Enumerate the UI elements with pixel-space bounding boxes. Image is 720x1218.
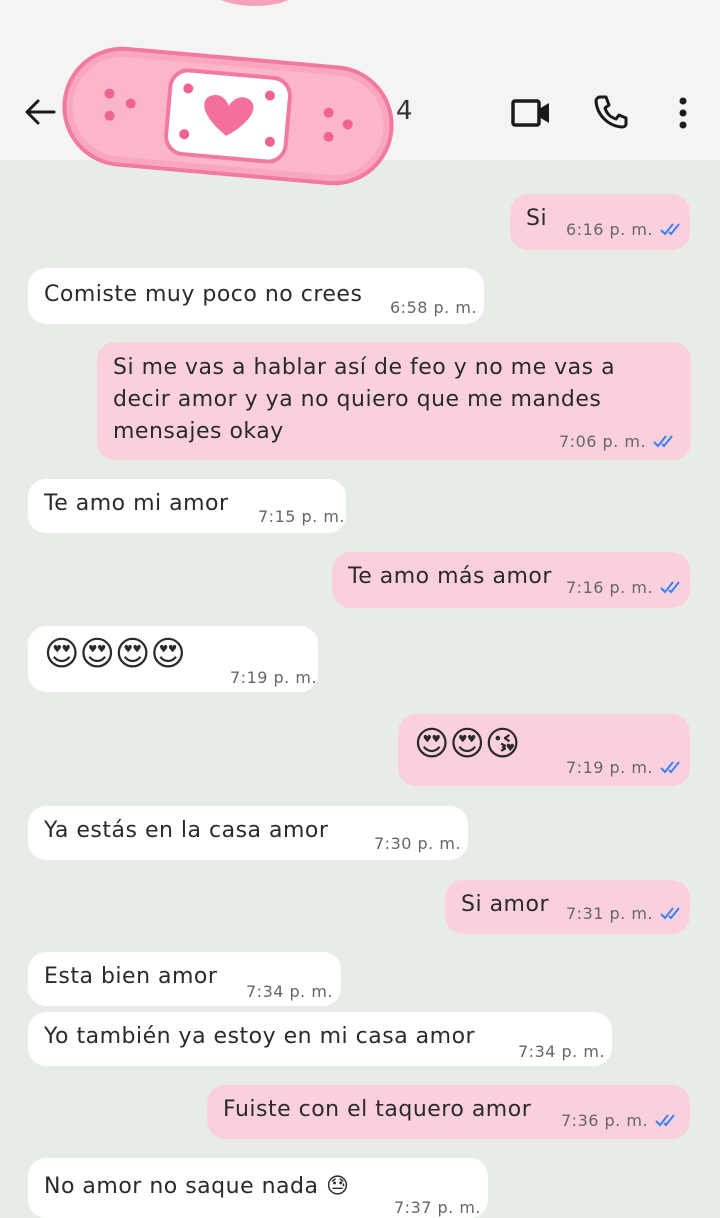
back-arrow-icon[interactable] (22, 94, 58, 130)
message-text: Te amo mi amor (44, 491, 229, 516)
message-time: 7:15 p. m. (258, 507, 346, 526)
message-text: Ya estás en la casa amor (44, 818, 329, 843)
double-check-icon (660, 907, 680, 920)
incoming-message[interactable]: Te amo mi amor 7:15 p. m. (28, 479, 346, 533)
message-text: Fuiste con el taquero amor (223, 1097, 532, 1122)
message-time: 7:34 p. m. (518, 1042, 606, 1061)
message-time: 7:31 p. m. (566, 904, 685, 923)
time-label: 7:36 p. m. (561, 1111, 649, 1130)
message-time: 6:58 p. m. (390, 298, 478, 317)
message-emoji: 😍😍😍😍 (44, 634, 186, 674)
time-label: 7:31 p. m. (566, 904, 654, 923)
outgoing-message[interactable]: Fuiste con el taquero amor 7:36 p. m. (207, 1085, 690, 1139)
incoming-message[interactable]: Ya estás en la casa amor 7:30 p. m. (28, 806, 468, 860)
incoming-message[interactable]: 😍😍😍😍 7:19 p. m. (28, 626, 318, 692)
double-check-icon (660, 761, 680, 774)
outgoing-message[interactable]: Si amor 7:31 p. m. (445, 880, 690, 934)
double-check-icon (653, 435, 673, 448)
video-call-icon[interactable] (510, 95, 552, 131)
incoming-message[interactable]: Esta bien amor 7:34 p. m. (28, 952, 341, 1006)
time-label: 6:16 p. m. (566, 220, 654, 239)
message-time: 7:36 p. m. (561, 1111, 680, 1130)
message-time: 7:19 p. m. (230, 668, 318, 687)
message-text: Si (526, 206, 548, 231)
outgoing-message[interactable]: 😍😍😘 7:19 p. m. (398, 714, 690, 786)
message-text: Esta bien amor (44, 964, 218, 989)
message-time: 7:06 p. m. (559, 432, 678, 451)
outgoing-message[interactable]: Te amo más amor 7:16 p. m. (332, 552, 690, 608)
double-check-icon (660, 223, 680, 236)
message-text: Comiste muy poco no crees (44, 282, 363, 307)
phone-call-icon[interactable] (592, 93, 630, 131)
incoming-message[interactable]: Yo también ya estoy en mi casa amor 7:34… (28, 1012, 612, 1066)
more-vert-icon[interactable] (672, 95, 694, 131)
time-label: 7:06 p. m. (559, 432, 647, 451)
time-label: 7:19 p. m. (566, 758, 654, 777)
incoming-message[interactable]: No amor no saque nada 😓 7:37 p. m. (28, 1158, 488, 1218)
message-emoji: 😍😍😘 (414, 724, 521, 764)
outgoing-message[interactable]: Si 6:16 p. m. (510, 194, 690, 250)
message-time: 7:16 p. m. (566, 578, 685, 597)
message-time: 6:16 p. m. (566, 220, 685, 239)
outgoing-message[interactable]: Si me vas a hablar así de feo y no me va… (97, 342, 691, 460)
message-text: Yo también ya estoy en mi casa amor (44, 1024, 476, 1049)
message-time: 7:37 p. m. (394, 1198, 482, 1217)
message-text: Si amor (461, 892, 549, 917)
time-label: 7:16 p. m. (566, 578, 654, 597)
double-check-icon (655, 1114, 675, 1127)
double-check-icon (660, 581, 680, 594)
message-time: 7:19 p. m. (566, 758, 685, 777)
message-time: 7:34 p. m. (246, 982, 334, 1001)
message-text: Te amo más amor (348, 564, 552, 589)
message-text: No amor no saque nada 😓 (44, 1174, 350, 1199)
incoming-message[interactable]: Comiste muy poco no crees 6:58 p. m. (28, 268, 484, 324)
message-time: 7:30 p. m. (374, 834, 462, 853)
